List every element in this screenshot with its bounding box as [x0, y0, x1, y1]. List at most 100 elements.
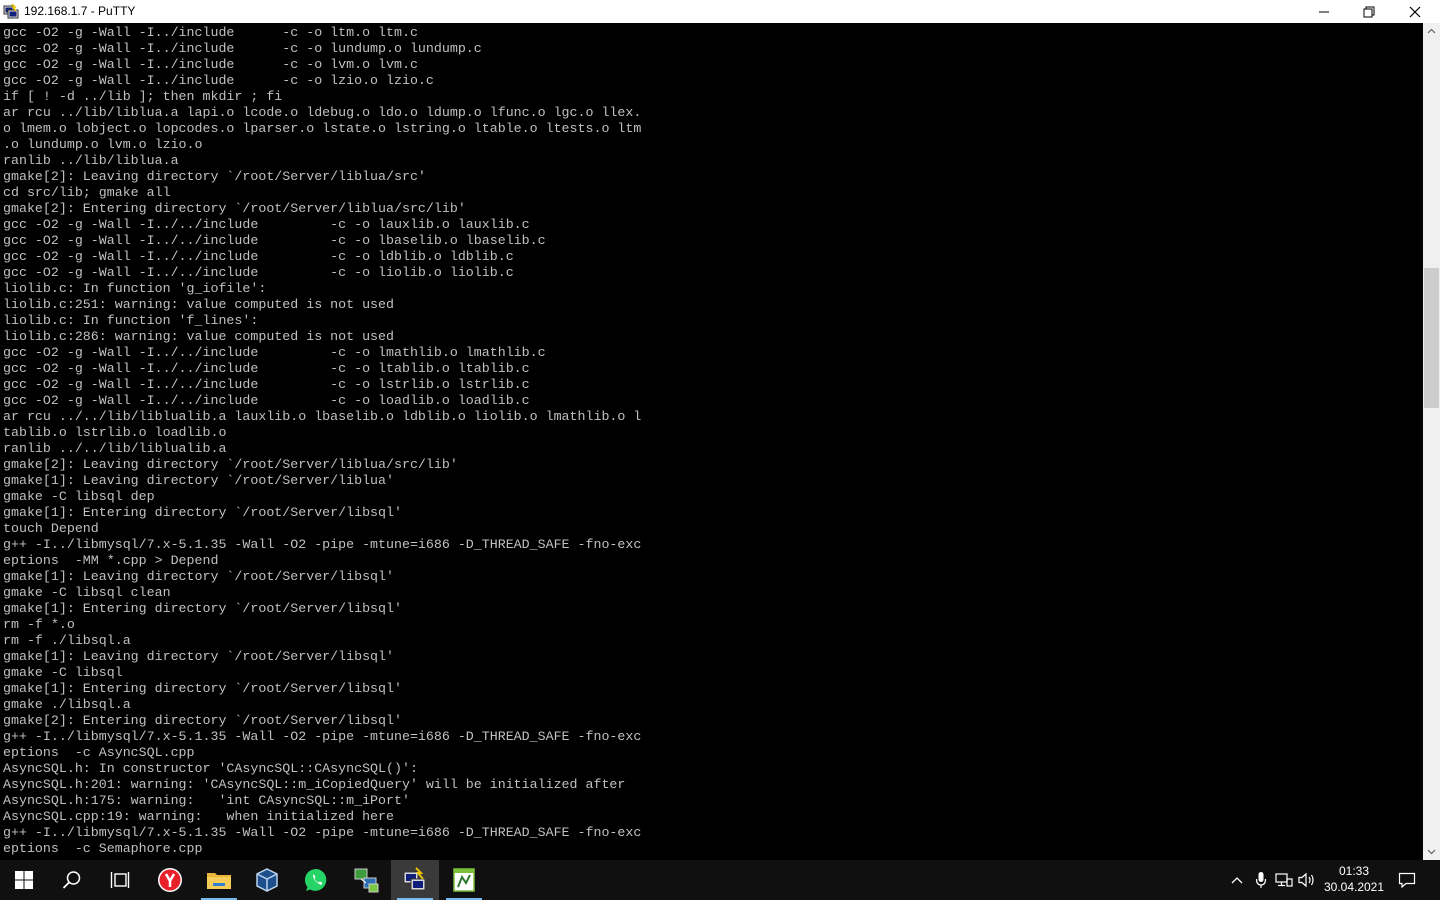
terminal-line: liolib.c: In function 'f_lines':: [3, 313, 259, 328]
terminal-line: cd src/lib; gmake all: [3, 185, 171, 200]
scroll-thumb[interactable]: [1424, 268, 1439, 408]
terminal-line: gcc -O2 -g -Wall -I../include -c -o lund…: [3, 41, 482, 56]
network-app-icon: [354, 868, 379, 893]
network-icon: [1275, 873, 1293, 887]
terminal-line: gmake -C libsql dep: [3, 489, 155, 504]
terminal-line: AsyncSQL.h: In constructor 'CAsyncSQL::C…: [3, 761, 418, 776]
terminal-line: gcc -O2 -g -Wall -I../include -c -o lvm.…: [3, 57, 418, 72]
start-button[interactable]: [0, 860, 48, 900]
terminal-line: eptions -c AsyncSQL.cpp: [3, 745, 195, 760]
scroll-up-button[interactable]: [1423, 23, 1440, 40]
terminal-line: touch Depend: [3, 521, 99, 536]
vertical-scrollbar[interactable]: [1423, 23, 1440, 860]
terminal-line: gmake[2]: Entering directory `/root/Serv…: [3, 201, 466, 216]
volume-tray-button[interactable]: [1297, 870, 1317, 890]
scroll-down-button[interactable]: [1423, 843, 1440, 860]
close-icon: [1409, 6, 1421, 17]
chevron-up-icon: [1231, 877, 1243, 884]
terminal-line: gmake[1]: Leaving directory `/root/Serve…: [3, 649, 394, 664]
network-app-button[interactable]: [342, 860, 390, 900]
terminal-line: eptions -c Semaphore.cpp: [3, 841, 203, 856]
virtualbox-button[interactable]: [243, 860, 291, 900]
terminal-line: if [ ! -d ../lib ]; then mkdir ; fi: [3, 89, 283, 104]
terminal-line: gcc -O2 -g -Wall -I../../include -c -o l…: [3, 249, 514, 264]
microphone-tray-button[interactable]: [1251, 870, 1271, 890]
microphone-icon: [1255, 872, 1267, 888]
show-hidden-icons-button[interactable]: [1227, 870, 1247, 890]
clock-time: 01:33: [1338, 864, 1370, 878]
terminal-line: ar rcu ../../lib/liblualib.a lauxlib.o l…: [3, 409, 642, 424]
whatsapp-button[interactable]: [293, 860, 341, 900]
clock-date: 30.04.2021: [1323, 880, 1385, 894]
terminal-line: gcc -O2 -g -Wall -I../../include -c -o l…: [3, 393, 530, 408]
minimize-button[interactable]: [1301, 0, 1347, 23]
terminal-line: gcc -O2 -g -Wall -I../include -c -o lzio…: [3, 73, 434, 88]
notepad-plus-plus-icon: [453, 868, 475, 892]
close-button[interactable]: [1392, 0, 1438, 23]
search-button[interactable]: [48, 860, 96, 900]
putty-window-icon[interactable]: [3, 3, 19, 19]
terminal-line: gmake ./libsql.a: [3, 697, 131, 712]
terminal-line: AsyncSQL.cpp:19: warning: when initializ…: [3, 809, 394, 824]
terminal-line: gmake[2]: Leaving directory `/root/Serve…: [3, 169, 426, 184]
yandex-browser-icon: [158, 868, 182, 892]
terminal-line: gmake[1]: Leaving directory `/root/Serve…: [3, 473, 394, 488]
network-tray-button[interactable]: [1274, 870, 1294, 890]
terminal-line: gmake -C libsql clean: [3, 585, 171, 600]
terminal-line: gcc -O2 -g -Wall -I../../include -c -o l…: [3, 345, 546, 360]
terminal-line: gmake[1]: Entering directory `/root/Serv…: [3, 681, 402, 696]
terminal-lines: gcc -O2 -g -Wall -I../include -c -o ltm.…: [3, 25, 641, 857]
task-view-button[interactable]: [96, 860, 144, 900]
terminal-line: gcc -O2 -g -Wall -I../../include -c -o l…: [3, 361, 530, 376]
terminal-line: ar rcu ../lib/liblua.a lapi.o lcode.o ld…: [3, 105, 642, 120]
action-center-button[interactable]: [1397, 870, 1417, 890]
terminal-line: liolib.c:251: warning: value computed is…: [3, 297, 394, 312]
virtualbox-icon: [256, 868, 278, 892]
terminal-line: gmake[2]: Entering directory `/root/Serv…: [3, 713, 402, 728]
terminal-line: gmake -C libsql: [3, 665, 123, 680]
putty-icon: [403, 867, 426, 891]
terminal-line: gcc -O2 -g -Wall -I../../include -c -o l…: [3, 265, 514, 280]
terminal-line: rm -f ./libsql.a: [3, 633, 131, 648]
search-icon: [62, 871, 81, 889]
terminal-line: liolib.c:286: warning: value computed is…: [3, 329, 394, 344]
terminal-line: g++ -I../libmysql/7.x-5.1.35 -Wall -O2 -…: [3, 825, 642, 840]
terminal-line: g++ -I../libmysql/7.x-5.1.35 -Wall -O2 -…: [3, 537, 642, 552]
notification-icon: [1398, 872, 1416, 888]
terminal-line: gcc -O2 -g -Wall -I../../include -c -o l…: [3, 217, 530, 232]
terminal-line: .o lundump.o lvm.o lzio.o: [3, 137, 203, 152]
whatsapp-icon: [304, 868, 327, 891]
terminal-line: eptions -MM *.cpp > Depend: [3, 553, 219, 568]
notepad-plus-plus-button[interactable]: [440, 860, 488, 900]
terminal-line: g++ -I../libmysql/7.x-5.1.35 -Wall -O2 -…: [3, 729, 642, 744]
chevron-down-icon: [1427, 849, 1436, 855]
title-bar[interactable]: 192.168.1.7 - PuTTY: [0, 0, 1440, 23]
speaker-icon: [1298, 872, 1314, 888]
restore-icon: [1363, 6, 1375, 17]
terminal-line: gcc -O2 -g -Wall -I../../include -c -o l…: [3, 377, 530, 392]
terminal-line: gmake[1]: Entering directory `/root/Serv…: [3, 601, 402, 616]
chevron-up-icon: [1427, 28, 1436, 34]
terminal-line: gmake[2]: Leaving directory `/root/Serve…: [3, 457, 458, 472]
terminal-line: gcc -O2 -g -Wall -I../include -c -o ltm.…: [3, 25, 418, 40]
putty-taskbar-button[interactable]: [391, 860, 439, 900]
terminal-line: o lmem.o lobject.o lopcodes.o lparser.o …: [3, 121, 642, 136]
file-explorer-button[interactable]: [195, 860, 243, 900]
terminal-line: ranlib ../lib/liblua.a: [3, 153, 179, 168]
terminal-line: tablib.o lstrlib.o loadlib.o: [3, 425, 227, 440]
terminal-output[interactable]: gcc -O2 -g -Wall -I../include -c -o ltm.…: [0, 23, 1423, 860]
clock[interactable]: 01:33 30.04.2021: [1320, 863, 1388, 895]
terminal-line: gcc -O2 -g -Wall -I../../include -c -o l…: [3, 233, 546, 248]
start-icon: [15, 871, 33, 889]
file-explorer-icon: [207, 873, 231, 889]
terminal-line: gmake[1]: Leaving directory `/root/Serve…: [3, 569, 394, 584]
terminal-line: AsyncSQL.h:175: warning: 'int CAsyncSQL:…: [3, 793, 410, 808]
terminal-line: ranlib ../../lib/liblualib.a: [3, 441, 227, 456]
terminal-line: gmake[1]: Entering directory `/root/Serv…: [3, 505, 402, 520]
yandex-browser-button[interactable]: [146, 860, 194, 900]
terminal-line: liolib.c: In function 'g_iofile':: [3, 281, 267, 296]
restore-button[interactable]: [1346, 0, 1392, 23]
taskbar: 01:33 30.04.2021: [0, 860, 1440, 900]
window-title: 192.168.1.7 - PuTTY: [24, 4, 136, 18]
terminal-line: AsyncSQL.h:201: warning: 'CAsyncSQL::m_i…: [3, 777, 626, 792]
